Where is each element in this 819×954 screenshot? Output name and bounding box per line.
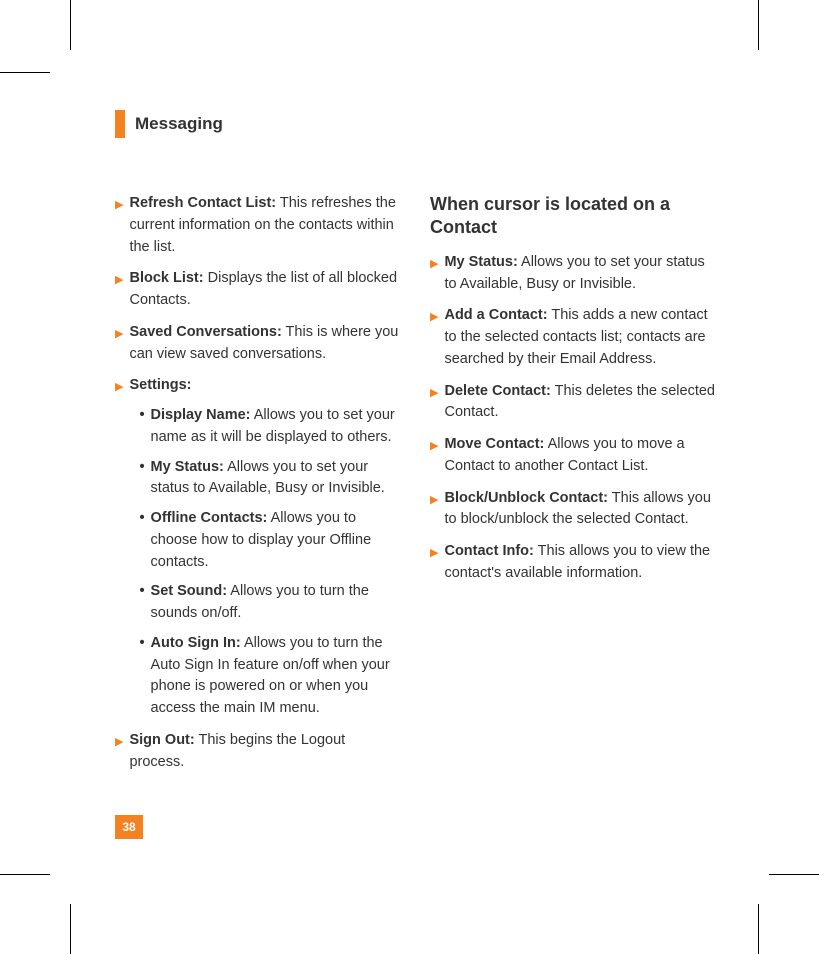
bullet-icon: • xyxy=(139,508,144,573)
triangle-icon: ▶ xyxy=(115,197,123,258)
sub-item: • Auto Sign In: Allows you to turn the A… xyxy=(139,633,400,720)
content-columns: ▶ Refresh Contact List: This refreshes t… xyxy=(115,193,715,783)
triangle-icon: ▶ xyxy=(430,545,438,585)
sub-item-label: Offline Contacts: xyxy=(151,510,268,526)
list-item: ▶ My Status: Allows you to set your stat… xyxy=(430,252,715,296)
item-text: Delete Contact: This deletes the selecte… xyxy=(444,381,715,425)
item-text: Refresh Contact List: This refreshes the… xyxy=(129,193,400,258)
list-item: ▶ Contact Info: This allows you to view … xyxy=(430,541,715,585)
triangle-icon: ▶ xyxy=(115,272,123,312)
sub-item-text: Auto Sign In: Allows you to turn the Aut… xyxy=(151,633,400,720)
sub-item-text: My Status: Allows you to set your status… xyxy=(151,457,400,501)
list-item: ▶ Delete Contact: This deletes the selec… xyxy=(430,381,715,425)
triangle-icon: ▶ xyxy=(430,385,438,425)
sub-item-label: Display Name: xyxy=(151,407,251,423)
triangle-icon: ▶ xyxy=(115,734,123,774)
bullet-icon: • xyxy=(139,457,144,501)
sub-item-label: Set Sound: xyxy=(151,583,228,599)
triangle-icon: ▶ xyxy=(430,309,438,370)
page-number: 38 xyxy=(115,815,143,839)
sub-item-label: My Status: xyxy=(151,459,224,475)
item-label: Contact Info: xyxy=(444,543,533,559)
section-heading: When cursor is located on a Contact xyxy=(430,193,715,240)
sub-item-label: Auto Sign In: xyxy=(151,635,241,651)
left-column: ▶ Refresh Contact List: This refreshes t… xyxy=(115,193,400,783)
item-text: Saved Conversations: This is where you c… xyxy=(129,322,400,366)
page-header: Messaging xyxy=(115,110,715,138)
item-text: Contact Info: This allows you to view th… xyxy=(444,541,715,585)
page-content: Messaging ▶ Refresh Contact List: This r… xyxy=(115,110,715,783)
item-label: My Status: xyxy=(444,254,517,270)
crop-mark xyxy=(0,0,80,80)
item-label: Delete Contact: xyxy=(444,383,550,399)
item-text: Sign Out: This begins the Logout process… xyxy=(129,730,400,774)
sub-item: • Display Name: Allows you to set your n… xyxy=(139,405,400,449)
sub-item: • Offline Contacts: Allows you to choose… xyxy=(139,508,400,573)
triangle-icon: ▶ xyxy=(430,256,438,296)
item-text: Block List: Displays the list of all blo… xyxy=(129,268,400,312)
list-item: ▶ Settings: • Display Name: Allows you t… xyxy=(115,375,400,720)
sub-item-text: Set Sound: Allows you to turn the sounds… xyxy=(151,581,400,625)
item-label: Sign Out: xyxy=(129,732,194,748)
header-accent-bar xyxy=(115,110,125,138)
item-text: Move Contact: Allows you to move a Conta… xyxy=(444,434,715,478)
bullet-icon: • xyxy=(139,405,144,449)
sub-item-text: Display Name: Allows you to set your nam… xyxy=(151,405,400,449)
list-item: ▶ Add a Contact: This adds a new contact… xyxy=(430,305,715,370)
sub-item: • My Status: Allows you to set your stat… xyxy=(139,457,400,501)
item-label: Move Contact: xyxy=(444,436,544,452)
bullet-icon: • xyxy=(139,581,144,625)
item-label: Block List: xyxy=(129,270,203,286)
item-text: Add a Contact: This adds a new contact t… xyxy=(444,305,715,370)
item-label: Refresh Contact List: xyxy=(129,195,276,211)
item-label: Saved Conversations: xyxy=(129,324,281,340)
page-title: Messaging xyxy=(135,114,223,134)
triangle-icon: ▶ xyxy=(430,438,438,478)
item-text: Block/Unblock Contact: This allows you t… xyxy=(444,488,715,532)
list-item: ▶ Saved Conversations: This is where you… xyxy=(115,322,400,366)
item-text: My Status: Allows you to set your status… xyxy=(444,252,715,296)
bullet-icon: • xyxy=(139,633,144,720)
item-text: Settings: • Display Name: Allows you to … xyxy=(129,375,400,720)
item-label: Add a Contact: xyxy=(444,307,547,323)
item-label: Settings: xyxy=(129,377,191,393)
list-item: ▶ Move Contact: Allows you to move a Con… xyxy=(430,434,715,478)
triangle-icon: ▶ xyxy=(115,326,123,366)
triangle-icon: ▶ xyxy=(115,379,123,720)
list-item: ▶ Block List: Displays the list of all b… xyxy=(115,268,400,312)
list-item: ▶ Sign Out: This begins the Logout proce… xyxy=(115,730,400,774)
sub-item: • Set Sound: Allows you to turn the soun… xyxy=(139,581,400,625)
list-item: ▶ Block/Unblock Contact: This allows you… xyxy=(430,488,715,532)
sub-item-text: Offline Contacts: Allows you to choose h… xyxy=(151,508,400,573)
triangle-icon: ▶ xyxy=(430,492,438,532)
right-column: When cursor is located on a Contact ▶ My… xyxy=(430,193,715,783)
item-label: Block/Unblock Contact: xyxy=(444,490,608,506)
list-item: ▶ Refresh Contact List: This refreshes t… xyxy=(115,193,400,258)
